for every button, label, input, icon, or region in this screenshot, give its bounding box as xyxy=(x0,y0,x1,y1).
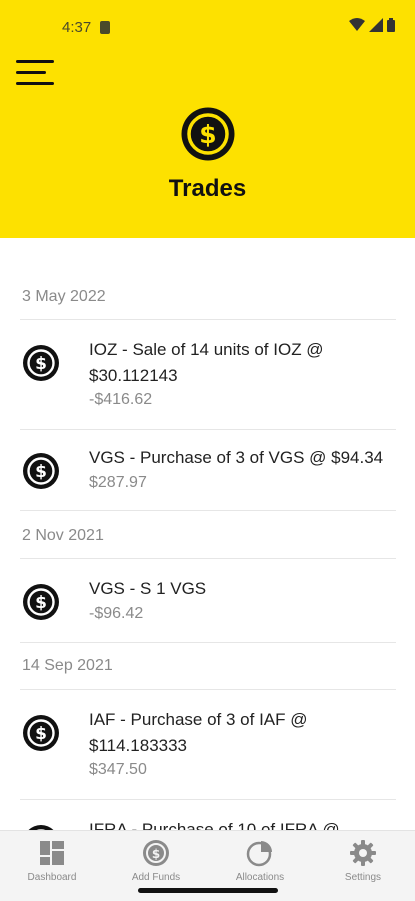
date-header: 3 May 2022 xyxy=(22,288,106,305)
trade-title: VGS - Purchase of 3 of VGS @ $94.34 xyxy=(89,448,384,467)
svg-text:$: $ xyxy=(35,462,47,482)
svg-text:$: $ xyxy=(35,354,47,374)
dollar-coin-icon: $ xyxy=(143,840,169,866)
trade-title: IOZ - Sale of 14 units of IOZ @ $30.1121… xyxy=(89,340,324,385)
trade-amount: $347.50 xyxy=(89,761,147,778)
divider xyxy=(20,319,396,320)
nav-label: Dashboard xyxy=(27,872,77,883)
nav-label: Add Funds xyxy=(131,872,181,883)
status-time: 4:37 xyxy=(62,19,92,36)
wifi-icon xyxy=(349,18,365,31)
app-header: 4:37 $ Trades xyxy=(0,0,415,238)
divider xyxy=(20,799,396,800)
dollar-coin-icon: $ xyxy=(23,453,59,489)
dollar-coin-icon: $ xyxy=(23,715,59,751)
trade-amount: $287.97 xyxy=(89,474,147,491)
trade-title: VGS - S 1 VGS xyxy=(89,579,207,598)
svg-text:$: $ xyxy=(35,724,47,744)
system-icons xyxy=(349,18,395,32)
gear-icon xyxy=(350,840,376,866)
dollar-coin-icon: $ xyxy=(23,345,59,381)
svg-text:$: $ xyxy=(35,593,47,613)
date-header: 2 Nov 2021 xyxy=(22,527,104,544)
pie-chart-icon xyxy=(246,841,272,867)
menu-icon[interactable] xyxy=(16,60,54,90)
date-header: 14 Sep 2021 xyxy=(22,657,113,674)
divider xyxy=(20,510,396,511)
dollar-coin-icon: $ xyxy=(181,107,235,161)
trades-list[interactable]: 3 May 2022 $ IOZ - Sale of 14 units of I… xyxy=(0,238,415,830)
divider xyxy=(20,642,396,643)
status-bar: 4:37 xyxy=(0,0,415,56)
nav-settings[interactable]: Settings xyxy=(311,831,415,891)
nav-label: Allocations xyxy=(235,872,285,883)
home-indicator xyxy=(138,888,278,893)
trade-amount: -$96.42 xyxy=(89,605,144,622)
trade-amount: -$416.62 xyxy=(89,391,153,408)
nav-label: Settings xyxy=(344,872,382,883)
svg-text:$: $ xyxy=(199,120,216,149)
trade-title: IAF - Purchase of 3 of IAF @ $114.183333 xyxy=(89,710,308,755)
divider xyxy=(20,558,396,559)
trade-title: IFRA - Purchase of 10 of IFRA @ xyxy=(89,820,340,830)
nav-add-funds[interactable]: $ Add Funds xyxy=(104,831,208,891)
page-title: Trades xyxy=(168,175,247,202)
divider xyxy=(20,429,396,430)
nav-allocations[interactable]: Allocations xyxy=(208,831,312,891)
nav-dashboard[interactable]: Dashboard xyxy=(0,831,104,891)
divider xyxy=(20,689,396,690)
svg-text:$: $ xyxy=(152,847,160,861)
dashboard-icon xyxy=(40,841,64,865)
dollar-coin-icon: $ xyxy=(23,584,59,620)
battery-icon xyxy=(387,18,395,32)
signal-icon xyxy=(369,18,383,32)
sim-card-icon xyxy=(100,21,110,34)
